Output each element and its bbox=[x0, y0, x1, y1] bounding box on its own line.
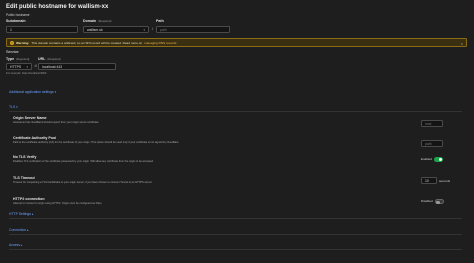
manage-dns-link[interactable]: managing DNS records bbox=[144, 41, 176, 45]
type-select[interactable]: HTTPS ▾ bbox=[6, 63, 32, 70]
setting-title: Origin Server Name bbox=[13, 116, 47, 120]
toggle-state-label: Disabled bbox=[421, 199, 433, 204]
path-label: Path bbox=[156, 19, 164, 23]
setting-title: Certificate Authority Pool bbox=[13, 136, 57, 140]
setting-title: No TLS Verify bbox=[13, 155, 37, 159]
chevron-down-icon: ▾ bbox=[143, 27, 145, 32]
tls-timeout-unit: seconds bbox=[439, 178, 451, 183]
http2-toggle[interactable] bbox=[434, 199, 444, 204]
subdomain-input[interactable] bbox=[6, 26, 78, 33]
chevron-down-icon: ▾ bbox=[26, 64, 28, 69]
page-title: Edit public hostname for wallism-xx bbox=[6, 4, 109, 10]
service-heading: Service bbox=[6, 50, 19, 54]
chevron-down-icon: ▾ bbox=[54, 90, 57, 94]
no-tls-verify-toggle[interactable] bbox=[434, 157, 444, 162]
tls-timeout-input[interactable] bbox=[421, 177, 437, 184]
setting-desc: Disables TLS verification of the certifi… bbox=[13, 160, 154, 163]
close-icon[interactable]: × bbox=[461, 41, 463, 46]
path-prefix: / bbox=[152, 27, 153, 31]
http-settings-divider bbox=[9, 218, 462, 219]
domain-select[interactable]: wallism.uk ▾ bbox=[83, 26, 149, 33]
tls-divider bbox=[9, 111, 462, 112]
tls-section-toggle[interactable]: TLS ▾ bbox=[9, 105, 18, 109]
access-section-toggle[interactable]: Access ▸ bbox=[9, 243, 22, 247]
subdomain-label: Subdomain bbox=[6, 19, 26, 23]
toggle-state-label: Enabled bbox=[421, 157, 433, 162]
url-label: URL (Required) bbox=[38, 57, 61, 61]
toggle-knob bbox=[439, 157, 443, 161]
chevron-right-icon: ▸ bbox=[20, 243, 23, 247]
setting-tls-timeout: TLS Timeout Timeout for completing a TLS… bbox=[13, 176, 152, 184]
toggle-knob bbox=[436, 200, 440, 204]
setting-desc: Path to the certificate authority (CA) f… bbox=[13, 141, 180, 144]
http2-control: Disabled bbox=[421, 199, 444, 204]
url-input[interactable] bbox=[38, 63, 116, 70]
url-scheme-separator: :// bbox=[34, 64, 37, 68]
connection-divider bbox=[9, 234, 462, 235]
setting-title: HTTP2 connection bbox=[13, 197, 45, 201]
setting-desc: Attempt to connect to origin using HTTP2… bbox=[13, 202, 103, 205]
warning-icon: ! bbox=[10, 40, 14, 45]
chevron-right-icon: ▸ bbox=[31, 212, 34, 216]
setting-origin-server-name: Origin Server Name Hostname that cloudfl… bbox=[13, 116, 99, 124]
connection-section-toggle[interactable]: Connection ▸ bbox=[9, 228, 29, 232]
service-example: For example: https://localhost:8000 bbox=[6, 72, 47, 75]
tls-timeout-control: seconds bbox=[421, 177, 450, 184]
page-subtitle: Public hostname bbox=[6, 13, 30, 17]
wildcard-warning: ! Warning: This domain contains a wildca… bbox=[6, 38, 467, 47]
ca-pool-input[interactable] bbox=[421, 140, 443, 147]
path-input[interactable] bbox=[156, 26, 230, 33]
setting-ca-pool: Certificate Authority Pool Path to the c… bbox=[13, 136, 179, 144]
chevron-right-icon: ▸ bbox=[27, 228, 29, 232]
setting-desc: Hostname that cloudflared should expect … bbox=[13, 121, 100, 124]
chevron-down-icon: ▾ bbox=[16, 105, 18, 109]
domain-label: Domain (Required) bbox=[83, 19, 112, 23]
setting-title: TLS Timeout bbox=[13, 176, 35, 180]
type-value: HTTPS bbox=[10, 64, 22, 69]
warning-text: This domain contains a wildcard, so an S… bbox=[31, 40, 143, 45]
setting-http2: HTTP2 connection Attempt to connect to o… bbox=[13, 197, 102, 205]
warning-bold: Warning: bbox=[16, 40, 30, 45]
domain-value: wallism.uk bbox=[87, 27, 103, 32]
http-settings-section-toggle[interactable]: HTTP Settings ▸ bbox=[9, 212, 33, 216]
setting-no-tls-verify: No TLS Verify Disables TLS verification … bbox=[13, 155, 154, 163]
no-tls-verify-control: Enabled bbox=[421, 157, 444, 162]
type-label: Type (Required) bbox=[6, 57, 30, 61]
additional-settings-link[interactable]: Additional application settings ▾ bbox=[9, 90, 56, 94]
origin-server-name-input[interactable] bbox=[421, 120, 443, 127]
access-divider bbox=[9, 249, 462, 250]
setting-desc: Timeout for completing a TLS handshake t… bbox=[13, 181, 153, 184]
